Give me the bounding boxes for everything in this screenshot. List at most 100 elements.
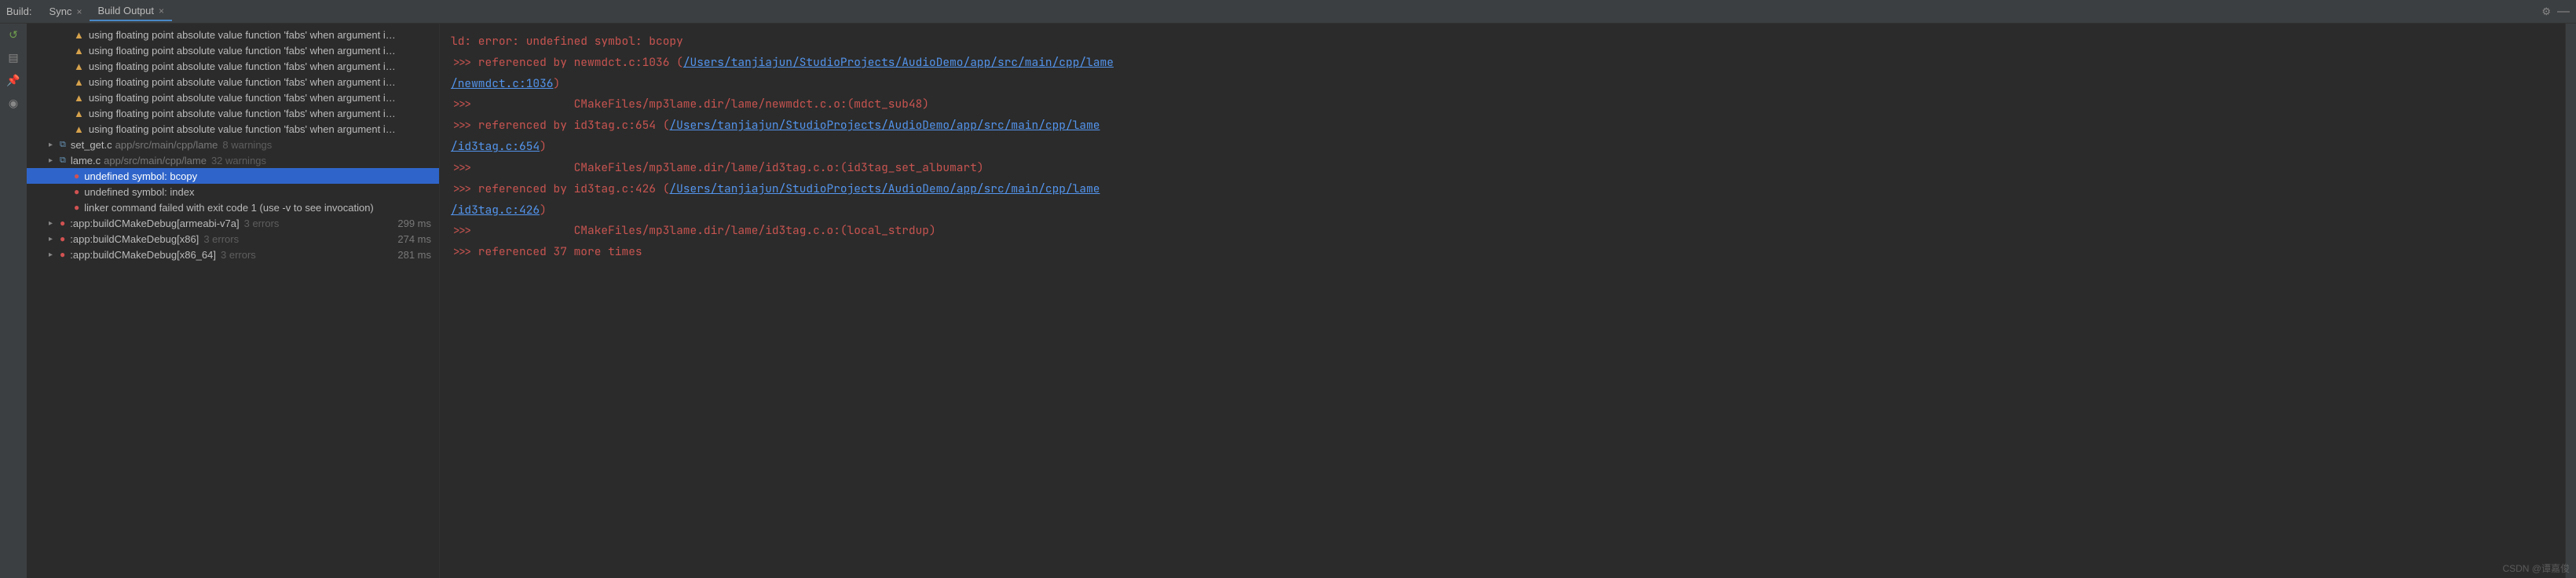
panel-body: ↺ ▤ 📌 ◉ ▲ using floating point absolute v… [0, 24, 2576, 578]
console-text: >>> referenced 37 more times [451, 244, 642, 259]
tree-warning-row[interactable]: ▲ using floating point absolute value fun… [27, 74, 439, 90]
tree-error-row[interactable]: ● undefined symbol: bcopy [27, 168, 439, 184]
tree-warning-row[interactable]: ▲ using floating point absolute value fun… [27, 58, 439, 74]
tree-warning-row[interactable]: ▲ using floating point absolute value fun… [27, 42, 439, 58]
tree-task-row[interactable]: ▸●:app:buildCMakeDebug[x86_64]3 errors28… [27, 247, 439, 262]
warning-text: using floating point absolute value func… [89, 92, 396, 104]
console-text: >>> CMakeFiles/mp3lame.dir/lame/id3tag.c… [451, 223, 936, 238]
error-text: undefined symbol: bcopy [84, 170, 197, 182]
file-name: lame.c [71, 155, 101, 166]
console-text: ) [554, 76, 561, 91]
panel-header: Build: Sync × Build Output × ⚙ — [0, 0, 2576, 24]
gear-icon[interactable]: ⚙ [2541, 5, 2551, 18]
console-text: >>> referenced by id3tag.c:426 ( [451, 181, 669, 196]
tree-warning-row[interactable]: ▲using floating point absolute value fun… [27, 105, 439, 121]
tab-build-output[interactable]: Build Output × [90, 2, 172, 21]
error-icon: ● [74, 170, 79, 181]
tree-file-row[interactable]: ▸⧉ lame.capp/src/main/cpp/lame 32 warnings [27, 152, 439, 168]
warning-icon: ▲ [74, 29, 84, 41]
filter-icon[interactable]: ▤ [8, 51, 18, 64]
warning-text: using floating point absolute value func… [89, 76, 396, 88]
tree-warning-row[interactable]: ▲ using floating point absolute value fun… [27, 27, 439, 42]
tree-error-row[interactable]: ● linker command failed with exit code 1 … [27, 199, 439, 215]
task-name: :app:buildCMakeDebug[x86] [70, 233, 199, 245]
close-icon[interactable]: × [76, 6, 82, 17]
tree-task-row[interactable]: ▸● :app:buildCMakeDebug[x86] 3 errors 274 m… [27, 231, 439, 247]
console-line: >>> CMakeFiles/mp3lame.dir/lame/newmdct.… [451, 94, 2554, 115]
error-icon: ● [74, 202, 79, 213]
build-tree[interactable]: ▲ using floating point absolute value fun… [27, 24, 440, 578]
console-text: ) [540, 139, 547, 154]
warning-text: using floating point absolute value func… [89, 123, 396, 135]
warning-text: using floating point absolute value func… [89, 45, 396, 57]
tree-warning-row[interactable]: ▲ using floating point absolute value fun… [27, 121, 439, 137]
chevron-right-icon[interactable]: ▸ [49, 156, 57, 165]
console-line: /id3tag.c:654) [451, 137, 2554, 158]
file-link[interactable]: /id3tag.c:426 [451, 203, 540, 218]
error-icon: ● [60, 249, 65, 260]
file-link[interactable]: /newmdct.c:1036 [451, 76, 554, 91]
scrollbar[interactable] [2565, 24, 2576, 578]
task-name: :app:buildCMakeDebug[x86_64] [70, 249, 216, 261]
warning-text: using floating point absolute value func… [89, 29, 396, 41]
chevron-right-icon[interactable]: ▸ [49, 235, 57, 243]
console-line: /newmdct.c:1036) [451, 74, 2554, 95]
error-icon: ● [60, 233, 65, 244]
close-icon[interactable]: × [159, 5, 164, 16]
error-text: linker command failed with exit code 1 (… [84, 202, 374, 214]
pin-icon[interactable]: 📌 [6, 74, 20, 87]
tree-warning-row[interactable]: ▲using floating point absolute value fun… [27, 90, 439, 105]
tab-label: Sync [49, 5, 72, 17]
tree-error-row[interactable]: ● undefined symbol: index [27, 184, 439, 199]
task-suffix: 3 errors [244, 218, 280, 229]
warning-icon: ▲ [74, 45, 84, 57]
tree-task-row[interactable]: ▸● :app:buildCMakeDebug[armeabi-v7a] 3 err… [27, 215, 439, 231]
chevron-right-icon[interactable]: ▸ [49, 219, 57, 228]
file-suffix: 8 warnings [222, 139, 272, 151]
file-suffix: 32 warnings [211, 155, 266, 166]
tab-sync[interactable]: Sync × [42, 2, 90, 20]
console-text: >>> CMakeFiles/mp3lame.dir/lame/newmdct.… [451, 97, 929, 112]
error-icon: ● [74, 186, 79, 197]
task-time: 274 ms [397, 233, 439, 245]
console-line: >>> referenced by id3tag.c:654 (/Users/t… [451, 115, 2554, 137]
warning-text: using floating point absolute value func… [89, 60, 396, 72]
file-icon: ⧉ [60, 140, 66, 150]
hide-icon[interactable]: — [2557, 5, 2570, 19]
task-suffix: 3 errors [203, 233, 239, 245]
file-icon: ⧉ [60, 155, 66, 166]
tree-file-row[interactable]: ▸⧉ set_get.capp/src/main/cpp/lame 8 warnin… [27, 137, 439, 152]
error-text: undefined symbol: index [84, 186, 194, 198]
console-line: >>> CMakeFiles/mp3lame.dir/lame/id3tag.c… [451, 158, 2554, 179]
console-line: >>> referenced 37 more times [451, 242, 2554, 263]
console-output[interactable]: ld: error: undefined symbol: bcopy >>> re… [440, 24, 2565, 578]
task-time: 281 ms [397, 249, 439, 261]
build-label: Build: [6, 5, 32, 17]
console-line: >>> referenced by id3tag.c:426 (/Users/t… [451, 179, 2554, 200]
build-panel: Build: Sync × Build Output × ⚙ — ↺ ▤ 📌 ◉… [0, 0, 2576, 578]
task-time: 299 ms [397, 218, 439, 229]
eye-icon[interactable]: ◉ [9, 97, 18, 110]
warning-icon: ▲ [74, 60, 84, 72]
warning-icon: ▲ [74, 76, 84, 88]
console-text: ld: error: undefined symbol: bcopy [451, 34, 683, 49]
file-path: app/src/main/cpp/lame [104, 155, 207, 166]
rerun-icon[interactable]: ↺ [9, 28, 18, 42]
file-link[interactable]: /Users/tanjiajun/StudioProjects/AudioDem… [669, 118, 1100, 133]
tab-label: Build Output [97, 5, 154, 16]
error-icon: ● [60, 218, 65, 229]
warning-text: using floating point absolute value func… [89, 108, 396, 119]
chevron-right-icon[interactable]: ▸ [49, 251, 57, 259]
file-link[interactable]: /Users/tanjiajun/StudioProjects/AudioDem… [669, 181, 1100, 196]
console-text: ) [540, 203, 547, 218]
console-line: /id3tag.c:426) [451, 200, 2554, 221]
chevron-right-icon[interactable]: ▸ [49, 141, 57, 149]
task-name: :app:buildCMakeDebug[armeabi-v7a] [70, 218, 239, 229]
file-name: set_get.c [71, 139, 112, 151]
file-link[interactable]: /id3tag.c:654 [451, 139, 540, 154]
file-path: app/src/main/cpp/lame [115, 139, 218, 151]
file-link[interactable]: /Users/tanjiajun/StudioProjects/AudioDem… [683, 55, 1114, 70]
warning-icon: ▲ [74, 123, 84, 135]
console-line: >>> CMakeFiles/mp3lame.dir/lame/id3tag.c… [451, 221, 2554, 242]
console-text: >>> CMakeFiles/mp3lame.dir/lame/id3tag.c… [451, 160, 984, 175]
